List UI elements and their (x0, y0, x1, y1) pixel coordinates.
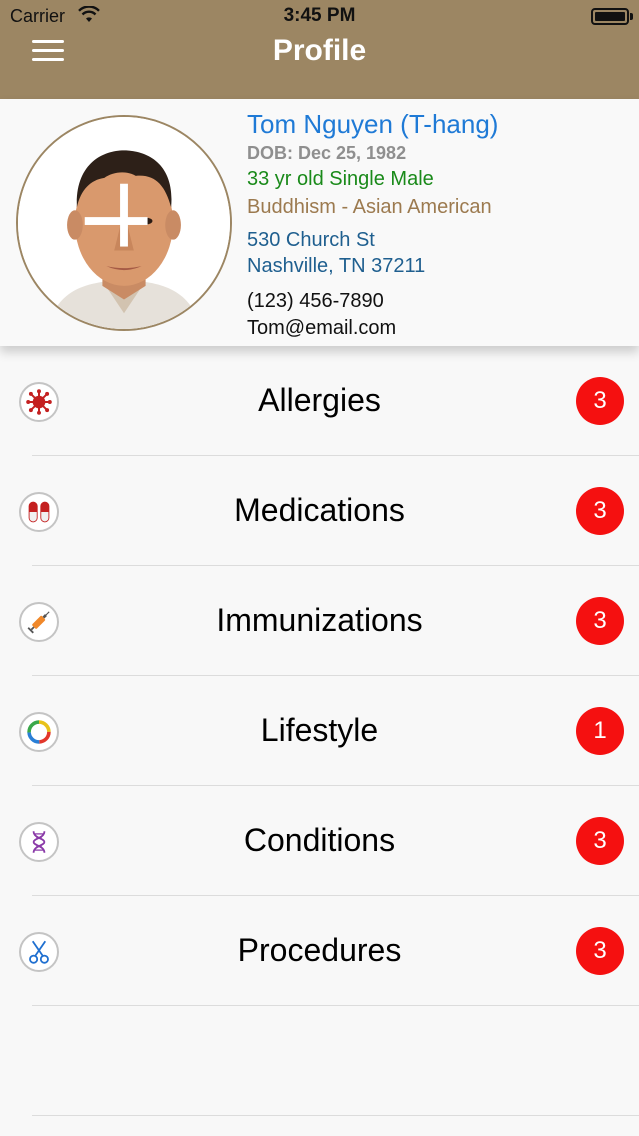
count-badge: 3 (576, 487, 624, 535)
list-item-allergies[interactable]: Allergies 3 (0, 346, 639, 456)
list-item-label: Procedures (237, 932, 402, 968)
status-time: 3:45 PM (283, 5, 356, 26)
profile-address-line1: 530 Church St (247, 229, 375, 251)
profile-phone: (123) 456-7890 (247, 290, 384, 312)
profile-email: Tom@email.com (247, 317, 397, 339)
profile-address-line2: Nashville, TN 37211 (247, 255, 426, 277)
status-bar: Carrier 3:45 PM (0, 0, 639, 32)
profile-age-status: 33 yr old Single Male (247, 168, 434, 190)
battery-icon (591, 8, 629, 25)
avatar-photo (18, 117, 230, 329)
page-title: Profile (272, 34, 367, 67)
list-item-label: Allergies (258, 382, 381, 418)
list-item-conditions[interactable]: Conditions 3 (0, 786, 639, 896)
count-badge: 3 (576, 377, 624, 425)
profile-card: Tom Nguyen (T-hang) DOB: Dec 25, 1982 33… (0, 99, 639, 346)
list-item-lifestyle[interactable]: Lifestyle 1 (0, 676, 639, 786)
count-badge: 1 (576, 707, 624, 755)
navigation-bar: Carrier 3:45 PM Profile (0, 0, 639, 99)
list-item-label: Conditions (243, 822, 396, 858)
count-badge: 3 (576, 597, 624, 645)
list-item-label: Lifestyle (260, 712, 379, 748)
list-item-empty (0, 1006, 639, 1116)
profile-religion-ethnicity: Buddhism - Asian American (247, 196, 492, 218)
section-list: Allergies 3 Medications 3 Immunizations … (0, 346, 639, 1116)
divider (32, 1115, 639, 1116)
battery-tip (630, 13, 633, 20)
profile-name: Tom Nguyen (T-hang) (247, 109, 499, 139)
avatar[interactable] (16, 115, 232, 331)
count-badge: 3 (576, 817, 624, 865)
list-item-label: Immunizations (216, 602, 423, 638)
profile-dob: DOB: Dec 25, 1982 (247, 143, 407, 163)
list-item-procedures[interactable]: Procedures 3 (0, 896, 639, 1006)
list-item-immunizations[interactable]: Immunizations 3 (0, 566, 639, 676)
list-item-medications[interactable]: Medications 3 (0, 456, 639, 566)
list-item-label: Medications (234, 492, 405, 528)
count-badge: 3 (576, 927, 624, 975)
